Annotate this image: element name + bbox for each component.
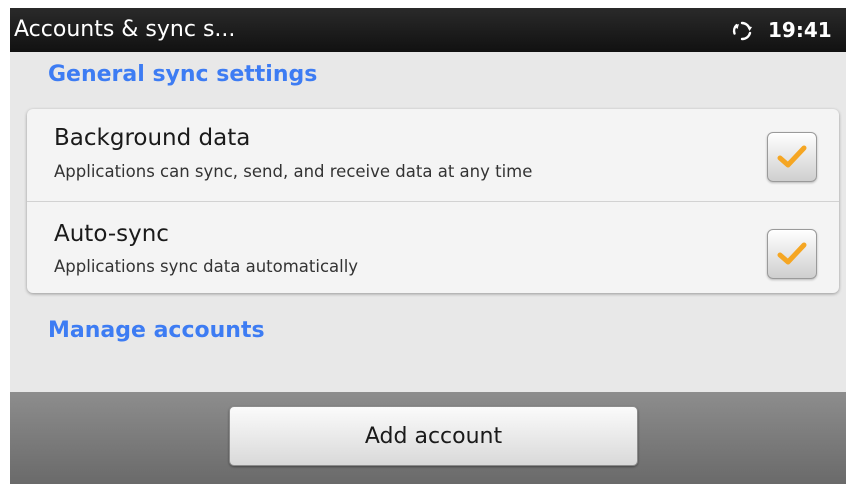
sync-icon — [732, 21, 752, 41]
status-bar: Accounts & sync s... 19:41 — [10, 8, 846, 52]
checkmark-icon — [777, 242, 807, 265]
accounts-sync-screen: Accounts & sync s... 19:41 General sync … — [10, 8, 846, 484]
bottom-action-bar: Add account — [10, 392, 846, 484]
screen-title: Accounts & sync s... — [14, 17, 236, 42]
preference-title: Auto-sync — [54, 221, 169, 247]
clock: 19:41 — [768, 18, 832, 42]
background-data-preference[interactable]: Background data Applications can sync, s… — [27, 109, 839, 201]
sync-settings-list: Background data Applications can sync, s… — [27, 109, 839, 293]
preference-title: Background data — [54, 125, 251, 151]
checkmark-icon — [777, 145, 807, 168]
background-data-checkbox[interactable] — [767, 132, 817, 182]
preference-summary: Applications can sync, send, and receive… — [54, 162, 533, 181]
manage-accounts-header: Manage accounts — [48, 318, 265, 343]
general-sync-settings-header: General sync settings — [48, 62, 318, 87]
add-account-button[interactable]: Add account — [229, 406, 638, 466]
preference-summary: Applications sync data automatically — [54, 257, 359, 276]
auto-sync-preference[interactable]: Auto-sync Applications sync data automat… — [27, 201, 839, 294]
auto-sync-checkbox[interactable] — [767, 229, 817, 279]
